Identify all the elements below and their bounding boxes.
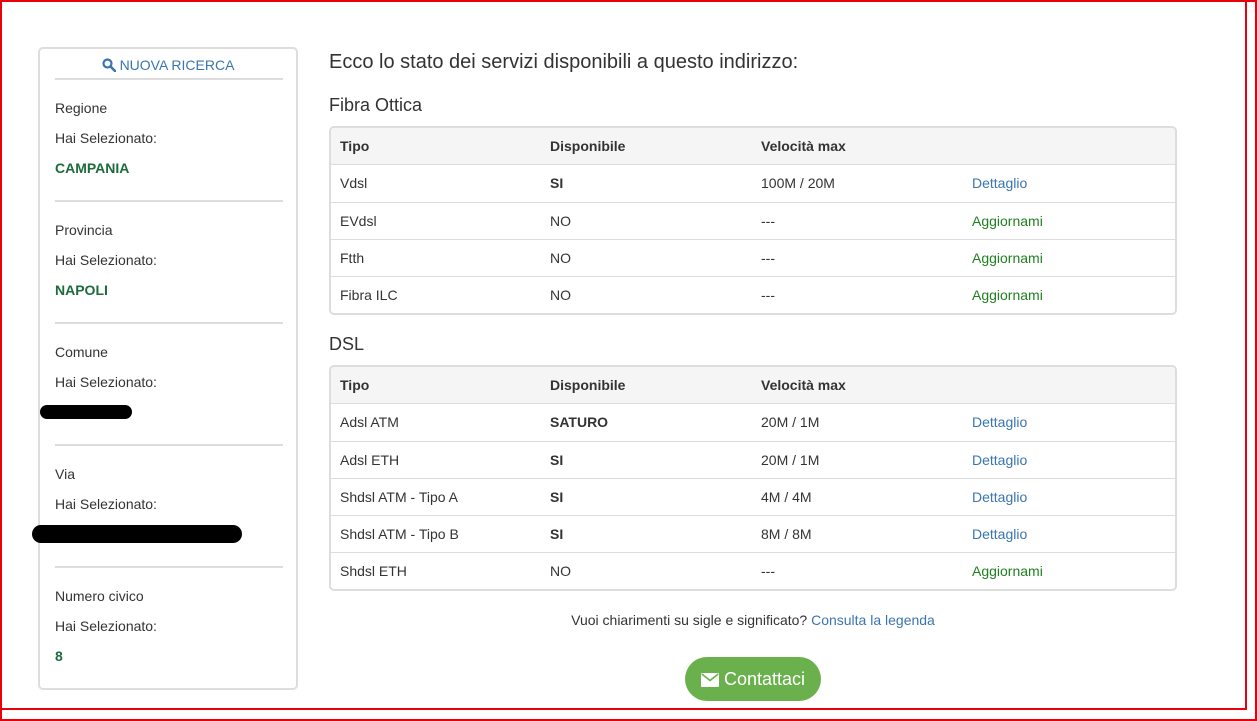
dettaglio-link[interactable]: Dettaglio — [972, 165, 1027, 202]
numero-civico-label: Numero civico — [55, 588, 144, 604]
cell-velocita: 100M / 20M — [761, 175, 835, 191]
provincia-value: NAPOLI — [55, 282, 108, 298]
divider — [55, 78, 283, 80]
legend-link[interactable]: Consulta la legenda — [811, 612, 935, 628]
contact-button[interactable]: Contattaci — [685, 657, 821, 701]
cell-disponibile: SI — [550, 452, 564, 468]
cell-disponibile: SI — [550, 175, 564, 191]
divider — [55, 322, 283, 324]
cell-tipo: Fibra ILC — [340, 287, 398, 303]
cell-disponibile: SATURO — [550, 414, 609, 430]
cell-tipo: Adsl ATM — [340, 414, 399, 430]
dettaglio-link[interactable]: Dettaglio — [972, 479, 1027, 516]
regione-selected-prefix: Hai Selezionato: — [55, 130, 157, 146]
cell-tipo: Shdsl ATM - Tipo B — [340, 526, 459, 542]
table-row: Shdsl ETH NO --- Aggiornami — [331, 552, 1175, 589]
table-row: Shdsl ATM - Tipo B SI 8M / 8M Dettaglio — [331, 515, 1175, 552]
cell-disponibile: SI — [550, 489, 564, 505]
section-title-fibra: Fibra Ottica — [329, 95, 423, 115]
cell-tipo: EVdsl — [340, 213, 377, 229]
new-search-link[interactable]: NUOVA RICERCA — [40, 57, 296, 73]
cell-disponibile: NO — [550, 250, 571, 266]
cell-disponibile: SI — [550, 526, 564, 542]
cell-tipo: Vdsl — [340, 175, 368, 191]
cell-tipo: Shdsl ETH — [340, 563, 407, 579]
legend-question: Vuoi chiarimenti su sigle e significato? — [571, 612, 808, 628]
cell-velocita: 8M / 8M — [761, 526, 812, 542]
aggiornami-link[interactable]: Aggiornami — [972, 553, 1043, 589]
legend-line: Vuoi chiarimenti su sigle e significato?… — [329, 612, 1177, 628]
col-velocita: Velocità max — [761, 138, 846, 154]
redacted-comune — [40, 405, 132, 419]
col-disponibile: Disponibile — [550, 138, 626, 154]
section-title-dsl: DSL — [329, 334, 365, 354]
dettaglio-link[interactable]: Dettaglio — [972, 442, 1027, 479]
table-row: EVdsl NO --- Aggiornami — [331, 202, 1175, 239]
cell-tipo: Shdsl ATM - Tipo A — [340, 489, 459, 505]
cell-velocita: --- — [761, 250, 775, 266]
cell-tipo: Ftth — [340, 250, 365, 266]
cell-disponibile: NO — [550, 563, 571, 579]
regione-value: CAMPANIA — [55, 160, 130, 176]
aggiornami-link[interactable]: Aggiornami — [972, 203, 1043, 240]
envelope-icon — [700, 673, 719, 687]
table-row: Ftth NO --- Aggiornami — [331, 239, 1175, 276]
via-selected-prefix: Hai Selezionato: — [55, 496, 157, 512]
table-row: Fibra ILC NO --- Aggiornami — [331, 276, 1175, 313]
redacted-via — [32, 525, 242, 543]
red-frame-bottom — [2, 708, 1247, 710]
red-frame-right — [1245, 2, 1247, 710]
col-disponibile: Disponibile — [550, 377, 626, 393]
table-row: Vdsl SI 100M / 20M Dettaglio — [331, 165, 1175, 202]
regione-label: Regione — [55, 100, 108, 116]
dsl-table: Tipo Disponibile Velocità max Adsl ATM S… — [329, 365, 1177, 591]
cell-velocita: 20M / 1M — [761, 414, 820, 430]
contact-label: Contattaci — [723, 669, 806, 689]
cell-velocita: 20M / 1M — [761, 452, 820, 468]
provincia-label: Provincia — [55, 222, 113, 238]
divider — [55, 444, 283, 446]
cell-disponibile: NO — [550, 287, 571, 303]
new-search-label: NUOVA RICERCA — [119, 57, 235, 73]
divider — [55, 200, 283, 202]
cell-tipo: Adsl ETH — [340, 452, 400, 468]
numero-civico-selected-prefix: Hai Selezionato: — [55, 618, 157, 634]
via-label: Via — [55, 466, 75, 482]
table-row: Shdsl ATM - Tipo A SI 4M / 4M Dettaglio — [331, 478, 1175, 515]
numero-civico-value: 8 — [55, 648, 63, 664]
search-summary-sidebar: NUOVA RICERCA Regione Hai Selezionato: C… — [32, 47, 298, 690]
cell-velocita: --- — [761, 563, 775, 579]
page-heading: Ecco lo stato dei servizi disponibili a … — [329, 51, 799, 73]
dettaglio-link[interactable]: Dettaglio — [972, 404, 1027, 441]
col-velocita: Velocità max — [761, 377, 846, 393]
dettaglio-link[interactable]: Dettaglio — [972, 516, 1027, 553]
table-row: Adsl ATM SATURO 20M / 1M Dettaglio — [331, 404, 1175, 441]
provincia-selected-prefix: Hai Selezionato: — [55, 252, 157, 268]
search-icon — [101, 58, 116, 73]
aggiornami-link[interactable]: Aggiornami — [972, 277, 1043, 313]
cell-disponibile: NO — [550, 213, 571, 229]
comune-label: Comune — [55, 344, 108, 360]
table-header: Tipo Disponibile Velocità max — [331, 128, 1175, 165]
aggiornami-link[interactable]: Aggiornami — [972, 240, 1043, 277]
col-tipo: Tipo — [340, 138, 370, 154]
cell-velocita: --- — [761, 213, 775, 229]
comune-selected-prefix: Hai Selezionato: — [55, 374, 157, 390]
fibra-table: Tipo Disponibile Velocità max Vdsl SI 10… — [329, 126, 1177, 315]
divider — [55, 566, 283, 568]
col-tipo: Tipo — [340, 377, 370, 393]
table-header: Tipo Disponibile Velocità max — [331, 367, 1175, 404]
cell-velocita: 4M / 4M — [761, 489, 812, 505]
cell-velocita: --- — [761, 287, 775, 303]
table-row: Adsl ETH SI 20M / 1M Dettaglio — [331, 441, 1175, 478]
